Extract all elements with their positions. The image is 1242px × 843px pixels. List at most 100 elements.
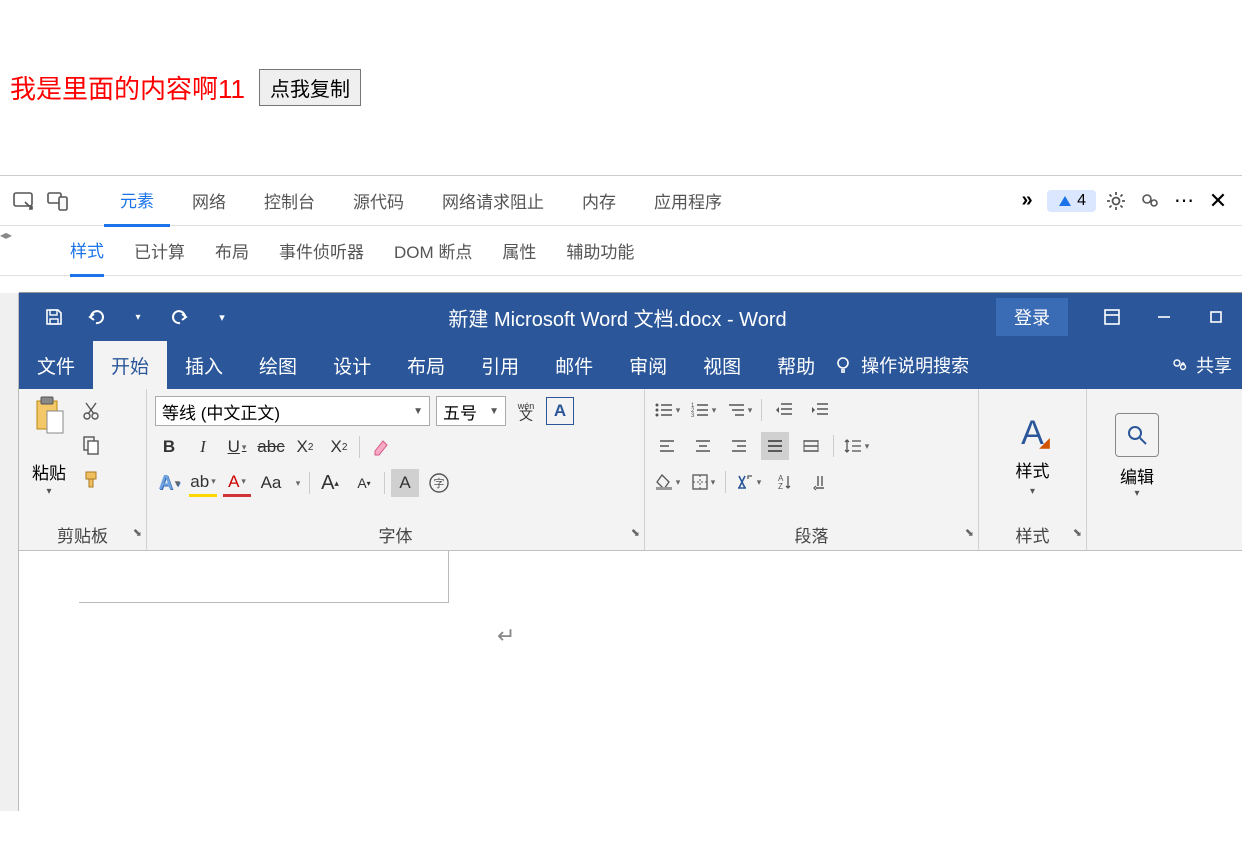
issues-badge[interactable]: 4	[1047, 190, 1096, 212]
word-title-bar: ▾ ▾ 新建 Microsoft Word 文档.docx - Word 登录	[19, 293, 1242, 341]
format-painter-icon[interactable]	[79, 467, 103, 491]
line-spacing-icon[interactable]: ▾	[842, 432, 870, 460]
subtab-accessibility[interactable]: 辅助功能	[566, 226, 634, 275]
decrease-indent-icon[interactable]	[770, 396, 798, 424]
save-icon[interactable]	[37, 300, 71, 334]
menu-mailings[interactable]: 邮件	[537, 341, 611, 389]
grow-font-icon[interactable]: A▴	[316, 469, 344, 497]
menu-file[interactable]: 文件	[19, 341, 93, 389]
undo-dropdown-icon[interactable]: ▾	[121, 300, 155, 334]
subtab-dom-breakpoints[interactable]: DOM 断点	[394, 226, 472, 275]
increase-indent-icon[interactable]	[806, 396, 834, 424]
redo-icon[interactable]	[163, 300, 197, 334]
maximize-icon[interactable]	[1190, 293, 1242, 341]
tell-me-search[interactable]: 操作说明搜索	[833, 341, 979, 389]
superscript-button[interactable]: X2	[325, 433, 353, 461]
minimize-icon[interactable]	[1138, 293, 1190, 341]
styles-dropdown-icon[interactable]: ▾	[1030, 486, 1035, 497]
find-icon[interactable]	[1115, 413, 1159, 457]
styles-gallery-icon[interactable]: A◢	[1021, 414, 1044, 453]
ribbon-group-paragraph: ▾ 123▾ ▾ ▾ ▾ ▾	[645, 389, 979, 550]
paste-dropdown-icon[interactable]: ▾	[46, 486, 51, 497]
settings-gear-icon[interactable]	[1102, 187, 1130, 215]
subtab-computed[interactable]: 已计算	[134, 226, 185, 275]
menu-review[interactable]: 审阅	[611, 341, 685, 389]
text-effects-icon[interactable]: A▾	[155, 469, 183, 497]
devtools-tab-console[interactable]: 控制台	[248, 176, 331, 225]
change-case-icon[interactable]: Aa	[257, 469, 285, 497]
char-shading-icon[interactable]: A	[391, 469, 419, 497]
devtools-tab-application[interactable]: 应用程序	[638, 176, 738, 225]
devtools-tab-blocking[interactable]: 网络请求阻止	[426, 176, 560, 225]
more-tabs-icon[interactable]: »	[1013, 187, 1041, 215]
document-area[interactable]: ↵	[19, 551, 1242, 811]
menu-help[interactable]: 帮助	[759, 341, 833, 389]
menu-design[interactable]: 设计	[315, 341, 389, 389]
borders-icon[interactable]: ▾	[689, 468, 717, 496]
enclose-char-icon[interactable]: 字	[425, 469, 453, 497]
share-label: 共享	[1196, 352, 1232, 378]
numbering-icon[interactable]: 123▾	[689, 396, 717, 424]
subscript-button[interactable]: X2	[291, 433, 319, 461]
close-devtools-icon[interactable]: ✕	[1204, 187, 1232, 215]
inspect-icon[interactable]	[10, 187, 38, 215]
phonetic-guide-icon[interactable]: wén 文	[512, 397, 540, 425]
qat-customize-icon[interactable]: ▾	[205, 300, 239, 334]
undo-icon[interactable]	[79, 300, 113, 334]
menu-layout[interactable]: 布局	[389, 341, 463, 389]
shrink-font-icon[interactable]: A▾	[350, 469, 378, 497]
shading-icon[interactable]: ▾	[653, 468, 681, 496]
menu-view[interactable]: 视图	[685, 341, 759, 389]
devtools-tab-sources[interactable]: 源代码	[337, 176, 420, 225]
menu-home[interactable]: 开始	[93, 341, 167, 389]
menu-insert[interactable]: 插入	[167, 341, 241, 389]
clear-formatting-icon[interactable]	[366, 433, 394, 461]
styles-launcher-icon[interactable]: ⬊	[1073, 526, 1082, 539]
share-button[interactable]: 共享	[1170, 341, 1242, 389]
subtab-layout[interactable]: 布局	[215, 226, 249, 275]
strikethrough-button[interactable]: abc	[257, 433, 285, 461]
devtools-dock-handle[interactable]: ◂▸	[0, 225, 20, 245]
login-button[interactable]: 登录	[996, 298, 1068, 336]
bullets-icon[interactable]: ▾	[653, 396, 681, 424]
change-case-dropdown[interactable]: ▾	[291, 469, 303, 497]
menu-draw[interactable]: 绘图	[241, 341, 315, 389]
clipboard-launcher-icon[interactable]: ⬊	[133, 526, 142, 539]
editing-dropdown-icon[interactable]: ▾	[1134, 488, 1139, 499]
bold-button[interactable]: B	[155, 433, 183, 461]
paragraph-launcher-icon[interactable]: ⬊	[965, 526, 974, 539]
devtools-tab-memory[interactable]: 内存	[566, 176, 632, 225]
multilevel-list-icon[interactable]: ▾	[725, 396, 753, 424]
cut-icon[interactable]	[79, 399, 103, 423]
font-size-combo[interactable]: 五号 ▼	[436, 396, 506, 426]
copy-icon[interactable]	[79, 433, 103, 457]
font-color-icon[interactable]: A▾	[223, 469, 251, 497]
devtools-tab-elements[interactable]: 元素	[104, 175, 170, 227]
show-marks-icon[interactable]	[806, 468, 834, 496]
sort-icon[interactable]: AZ	[770, 468, 798, 496]
menu-references[interactable]: 引用	[463, 341, 537, 389]
align-right-icon[interactable]	[725, 432, 753, 460]
highlight-color-icon[interactable]: ab▾	[189, 469, 217, 497]
align-distributed-icon[interactable]	[797, 432, 825, 460]
font-name-combo[interactable]: 等线 (中文正文) ▼	[155, 396, 430, 426]
separator	[384, 472, 385, 494]
font-launcher-icon[interactable]: ⬊	[631, 526, 640, 539]
paste-button[interactable]	[27, 395, 71, 457]
subtab-styles[interactable]: 样式	[70, 225, 104, 277]
subtab-properties[interactable]: 属性	[502, 226, 536, 275]
devtools-tab-network[interactable]: 网络	[176, 176, 242, 225]
subtab-listeners[interactable]: 事件侦听器	[279, 226, 364, 275]
align-left-icon[interactable]	[653, 432, 681, 460]
underline-button[interactable]: U▾	[223, 433, 251, 461]
align-center-icon[interactable]	[689, 432, 717, 460]
more-options-icon[interactable]: ⋯	[1170, 187, 1198, 215]
ribbon-display-icon[interactable]	[1086, 293, 1138, 341]
asian-layout-icon[interactable]: ▾	[734, 468, 762, 496]
device-toggle-icon[interactable]	[44, 187, 72, 215]
char-border-icon[interactable]: A	[546, 397, 574, 425]
align-justify-icon[interactable]	[761, 432, 789, 460]
copy-button[interactable]: 点我复制	[259, 69, 361, 106]
feedback-icon[interactable]	[1136, 187, 1164, 215]
italic-button[interactable]: I	[189, 433, 217, 461]
